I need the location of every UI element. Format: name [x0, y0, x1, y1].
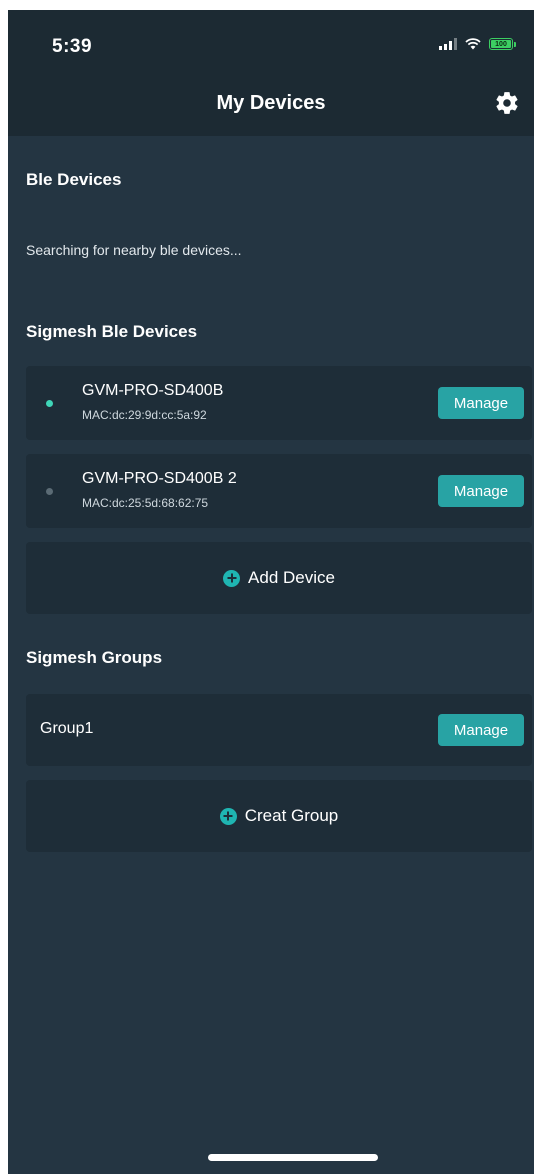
sigmesh-devices-title: Sigmesh Ble Devices	[26, 322, 198, 341]
status-icons: 100	[439, 38, 516, 50]
device-row[interactable]: GVM-PRO-SD400B 2 MAC:dc:25:5d:68:62:75 M…	[26, 454, 532, 528]
gear-icon[interactable]	[494, 90, 520, 116]
device-row[interactable]: GVM-PRO-SD400B MAC:dc:29:9d:cc:5a:92 Man…	[26, 366, 532, 440]
manage-group-button[interactable]: Manage	[438, 714, 524, 746]
manage-device-button[interactable]: Manage	[438, 475, 524, 507]
ble-devices-title: Ble Devices	[26, 170, 122, 189]
plus-circle-icon	[219, 807, 237, 825]
top-bar: 5:39 100 My Devices	[8, 10, 534, 136]
battery-tip	[514, 41, 516, 47]
group-row[interactable]: Group1 Manage	[26, 694, 532, 766]
device-mac: MAC:dc:25:5d:68:62:75	[82, 496, 209, 510]
home-indicator[interactable]	[208, 1154, 378, 1161]
add-device-row: Add Device	[26, 542, 532, 614]
wifi-icon	[465, 38, 481, 50]
plus-circle-icon	[223, 569, 241, 587]
device-name: GVM-PRO-SD400B 2	[82, 470, 237, 487]
add-device-button[interactable]: Add Device	[26, 542, 532, 614]
page-title: My Devices	[216, 92, 326, 114]
sigmesh-groups-title: Sigmesh Groups	[26, 648, 163, 667]
battery-level: 100	[495, 40, 507, 48]
group-name: Group1	[40, 720, 94, 737]
battery-icon: 100	[489, 38, 513, 50]
offline-status-dot	[46, 488, 53, 495]
app-screen: 5:39 100 My Devices Ble Devices Searchin…	[8, 10, 534, 1174]
ble-searching-status: Searching for nearby ble devices...	[26, 242, 242, 258]
device-name: GVM-PRO-SD400B	[82, 382, 224, 399]
online-status-dot	[46, 400, 53, 407]
signal-icon	[439, 38, 457, 50]
status-time: 5:39	[52, 36, 93, 57]
device-mac: MAC:dc:29:9d:cc:5a:92	[82, 408, 207, 422]
add-device-label: Add Device	[248, 568, 335, 587]
create-group-row: Creat Group	[26, 780, 532, 852]
create-group-button[interactable]: Creat Group	[26, 780, 532, 852]
manage-device-button[interactable]: Manage	[438, 387, 524, 419]
create-group-label: Creat Group	[244, 806, 339, 825]
